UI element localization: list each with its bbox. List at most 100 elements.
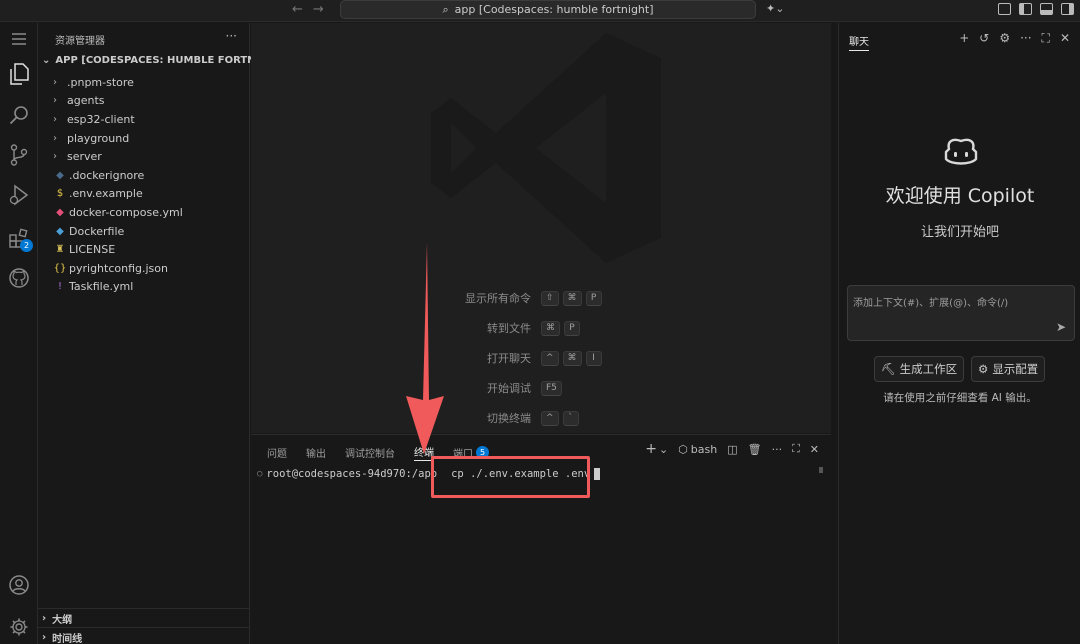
- extensions-badge: 2: [20, 239, 33, 252]
- send-icon[interactable]: ➤: [1056, 320, 1066, 334]
- shortcut-start-debugging: 开始调试 F5: [441, 373, 606, 403]
- terminal-prompt: root@codespaces-94d970:/app: [266, 468, 438, 480]
- chat-input[interactable]: 添加上下文(#)、扩展(@)、命令(/) ➤: [847, 285, 1075, 341]
- license-file-icon: ♜: [55, 244, 65, 256]
- tree-item-label: pyrightconfig.json: [69, 261, 168, 275]
- toggle-secondary-sidebar-icon[interactable]: [1061, 3, 1074, 15]
- copilot-logo-icon: [944, 138, 978, 165]
- gear-icon[interactable]: ⚙: [999, 31, 1010, 46]
- forward-arrow-icon[interactable]: →: [313, 2, 324, 17]
- maximize-panel-icon[interactable]: ⛶: [792, 442, 800, 456]
- toggle-panel-icon[interactable]: [1040, 3, 1053, 15]
- tree-item-label: LICENSE: [69, 243, 116, 257]
- tree-item-docker-compose[interactable]: ◆ docker-compose.yml: [38, 203, 250, 222]
- tree-item-env-example[interactable]: $ .env.example: [38, 185, 250, 204]
- activity-bar: 2: [0, 23, 38, 644]
- settings-gear-icon[interactable]: [7, 615, 31, 639]
- source-control-icon[interactable]: [7, 143, 31, 167]
- menu-icon[interactable]: [7, 27, 31, 51]
- account-icon[interactable]: [7, 573, 31, 597]
- panel-actions: + ⌄ ⬡ bash ◫ 🗑 ··· ⛶ ✕: [645, 441, 819, 457]
- more-actions-icon[interactable]: ···: [1020, 31, 1031, 46]
- status-circle-icon: ○: [257, 469, 263, 479]
- show-config-label: 显示配置: [992, 362, 1039, 376]
- shortcut-go-to-file: 转到文件 ⌘ P: [441, 313, 606, 343]
- new-terminal-icon[interactable]: +: [645, 441, 657, 457]
- terminal-profile[interactable]: ⬡ bash: [678, 443, 717, 456]
- yml-file-icon: !: [57, 281, 62, 293]
- generate-workspace-button[interactable]: ⛏ 生成工作区: [874, 356, 965, 382]
- command-center-text: app [Codespaces: humble fortnight]: [454, 3, 654, 16]
- tree-item-dockerfile[interactable]: ◆ Dockerfile: [38, 222, 250, 241]
- shortcut-label: 切换终端: [487, 412, 531, 425]
- tree-item-pyrightconfig[interactable]: {} pyrightconfig.json: [38, 259, 250, 278]
- tree-item-esp32-client[interactable]: › esp32-client: [38, 110, 250, 129]
- run-debug-icon[interactable]: [7, 183, 31, 207]
- terminal-cursor: [594, 468, 601, 480]
- split-terminal-icon[interactable]: ◫: [727, 443, 737, 456]
- tree-item-taskfile[interactable]: ! Taskfile.yml: [38, 278, 250, 297]
- workspace-root[interactable]: ⌄ APP [CODESPACES: HUMBLE FORTNIG...: [42, 55, 279, 66]
- outline-section[interactable]: › 大纲: [38, 608, 250, 628]
- more-actions-icon[interactable]: ···: [226, 29, 237, 43]
- key-cap: P: [585, 290, 602, 306]
- shortcut-label: 开始调试: [487, 382, 531, 395]
- tree-item-label: playground: [67, 131, 130, 145]
- command-center-search[interactable]: ⌕ app [Codespaces: humble fortnight]: [340, 0, 756, 19]
- tree-item-dockerignore[interactable]: ◆ .dockerignore: [38, 166, 250, 185]
- chevron-right-icon: ›: [53, 151, 57, 163]
- tab-debug-console[interactable]: 调试控制台: [345, 443, 395, 461]
- key-cap: ⇧: [541, 290, 559, 306]
- explorer-title: 资源管理器: [55, 36, 105, 47]
- extensions-icon[interactable]: 2: [7, 226, 33, 252]
- chevron-down-icon[interactable]: ⌄: [659, 443, 668, 456]
- terminal-scrollbar[interactable]: [819, 467, 823, 473]
- chevron-right-icon: ›: [42, 613, 47, 624]
- customize-layout-icon[interactable]: [998, 3, 1011, 15]
- key-cap: I: [585, 350, 602, 366]
- tree-item-label: .pnpm-store: [67, 75, 134, 89]
- key-cap: ^: [541, 350, 559, 366]
- close-icon[interactable]: ✕: [1060, 31, 1070, 46]
- trash-icon[interactable]: 🗑: [748, 443, 762, 456]
- new-chat-icon[interactable]: +: [959, 31, 969, 46]
- history-icon[interactable]: ↺: [979, 31, 989, 46]
- workspace-root-label: APP [CODESPACES: HUMBLE FORTNIG...: [55, 55, 279, 66]
- key-cap: ⌘: [541, 320, 560, 336]
- file-tree: › .pnpm-store › agents › esp32-client › play…: [38, 73, 250, 296]
- editor-area: 显示所有命令 ⇧ ⌘ P 转到文件 ⌘ P 打开聊天 ^ ⌘ I 开始调试 F5…: [251, 23, 831, 433]
- tab-problems[interactable]: 问题: [267, 443, 287, 461]
- shortcut-label: 打开聊天: [487, 352, 531, 365]
- tab-chat[interactable]: 聊天: [849, 33, 869, 51]
- chat-panel: 聊天 + ↺ ⚙ ··· ⛶ ✕ 欢迎使用 Copilot 让我们开始吧 添加上…: [838, 23, 1080, 644]
- tree-item-pnpm-store[interactable]: › .pnpm-store: [38, 73, 250, 92]
- shortcut-label: 转到文件: [487, 322, 531, 335]
- chevron-right-icon: ›: [53, 76, 57, 88]
- maximize-icon[interactable]: ⛶: [1042, 31, 1050, 46]
- generate-workspace-label: 生成工作区: [899, 362, 958, 376]
- tree-item-playground[interactable]: › playground: [38, 129, 250, 148]
- toggle-sidebar-icon[interactable]: [1019, 3, 1032, 15]
- gear-icon: ⚙: [978, 362, 989, 376]
- shortcut-label: 显示所有命令: [465, 292, 531, 305]
- timeline-section[interactable]: › 时间线: [38, 627, 250, 644]
- chevron-right-icon: ›: [53, 95, 57, 107]
- tree-item-agents[interactable]: › agents: [38, 92, 250, 111]
- back-arrow-icon[interactable]: ←: [292, 2, 303, 17]
- tree-item-license[interactable]: ♜ LICENSE: [38, 240, 250, 259]
- tree-item-server[interactable]: › server: [38, 147, 250, 166]
- close-icon[interactable]: ✕: [810, 443, 819, 456]
- tree-item-label: .env.example: [69, 187, 143, 201]
- search-icon[interactable]: [7, 103, 31, 127]
- more-actions-icon[interactable]: ···: [772, 443, 783, 456]
- shell-name: bash: [690, 442, 718, 456]
- explorer-icon[interactable]: [7, 62, 31, 86]
- outline-label: 大纲: [52, 615, 73, 626]
- tab-output[interactable]: 输出: [306, 443, 326, 461]
- show-config-button[interactable]: ⚙ 显示配置: [971, 356, 1046, 382]
- github-icon[interactable]: [7, 266, 31, 290]
- copilot-menu-icon[interactable]: ✦⌄: [766, 2, 784, 15]
- compose-file-icon: ◆: [56, 206, 64, 218]
- tree-item-label: server: [67, 150, 102, 164]
- chat-input-placeholder: 添加上下文(#)、扩展(@)、命令(/): [853, 298, 1009, 309]
